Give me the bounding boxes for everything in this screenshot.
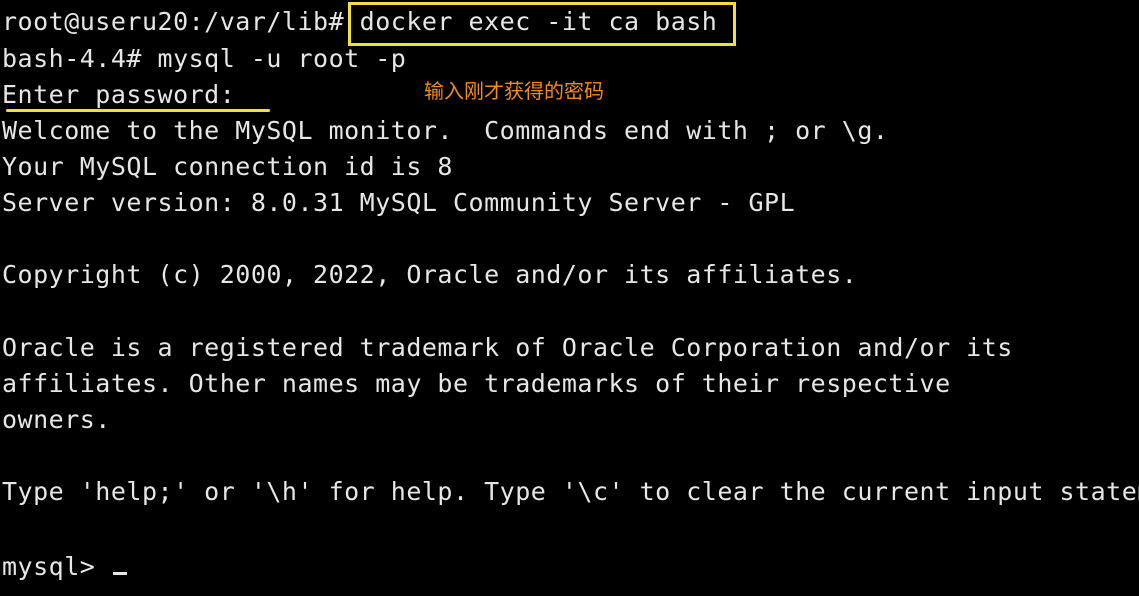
trademark-line-1: Oracle is a registered trademark of Orac…: [2, 333, 1013, 362]
server-version-line: Server version: 8.0.31 MySQL Community S…: [2, 188, 796, 217]
mysql-prompt: mysql>: [2, 552, 111, 581]
help-hint-line: Type 'help;' or '\h' for help. Type '\c'…: [2, 477, 1139, 506]
password-underline-mark: [6, 109, 270, 112]
password-prompt-line: Enter password:: [2, 80, 236, 109]
command-highlight-box: [348, 2, 736, 46]
annotation-note: 输入刚才获得的密码: [424, 79, 604, 103]
welcome-line: Welcome to the MySQL monitor. Commands e…: [2, 116, 889, 145]
trademark-line-2: affiliates. Other names may be trademark…: [2, 369, 951, 398]
text-cursor: [112, 572, 127, 575]
connection-id-line: Your MySQL connection id is 8: [2, 152, 453, 181]
mysql-prompt-line[interactable]: mysql>: [2, 549, 127, 585]
mysql-login-command-line: bash-4.4# mysql -u root -p: [2, 44, 407, 73]
trademark-line-3: owners.: [2, 405, 111, 434]
terminal-window[interactable]: root@useru20:/var/lib# docker exec -it c…: [0, 0, 1139, 596]
copyright-line: Copyright (c) 2000, 2022, Oracle and/or …: [2, 260, 858, 289]
